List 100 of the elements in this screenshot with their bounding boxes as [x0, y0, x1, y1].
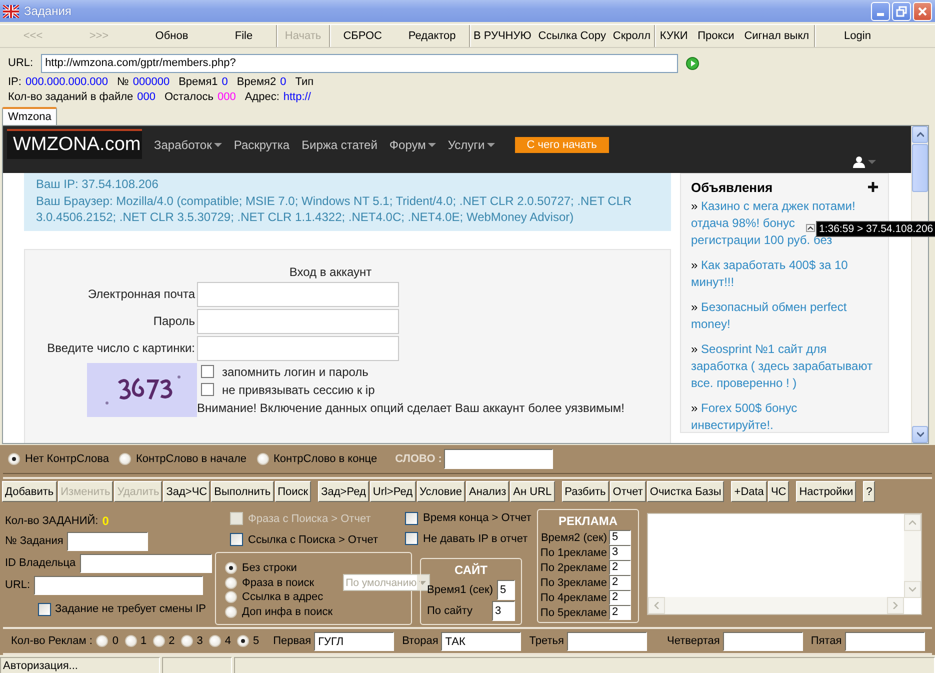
- nav-link[interactable]: Раскрутка: [234, 138, 290, 152]
- tab[interactable]: Wmzona: [2, 107, 58, 125]
- toolbar-button[interactable]: В РУЧНУЮ: [472, 25, 532, 47]
- site-logo[interactable]: WMZONA.com: [7, 129, 142, 159]
- toolbar-button[interactable]: Прокси: [696, 25, 736, 47]
- nav-link[interactable]: Услуги: [448, 138, 495, 152]
- input-field[interactable]: [197, 336, 399, 360]
- action-button[interactable]: ?: [863, 481, 876, 502]
- input-field[interactable]: [444, 449, 553, 469]
- checkbox[interactable]: [230, 533, 243, 546]
- input-field[interactable]: 3: [492, 600, 515, 621]
- checkbox[interactable]: [405, 532, 418, 546]
- checkbox[interactable]: [38, 602, 51, 616]
- ad-link[interactable]: » Как заработать 400$ за 10 минут!!!: [691, 257, 878, 291]
- toolbar-button[interactable]: КУКИ: [658, 25, 689, 47]
- input-field[interactable]: 5: [609, 530, 631, 545]
- action-button[interactable]: Добавить: [2, 481, 57, 502]
- input-field[interactable]: 2: [609, 605, 631, 620]
- checkbox[interactable]: [405, 512, 418, 525]
- nav-link[interactable]: Биржа статей: [302, 138, 378, 152]
- checkbox-label: Фраза с Поиска > Отчет: [248, 512, 371, 524]
- close-button[interactable]: [913, 2, 932, 20]
- user-icon[interactable]: [853, 156, 865, 168]
- field-label: Электронная почта: [86, 287, 196, 301]
- action-button[interactable]: Выполнить: [211, 481, 274, 502]
- radio-button[interactable]: [256, 453, 268, 465]
- input-field[interactable]: [197, 282, 399, 306]
- checkbox[interactable]: [201, 365, 214, 378]
- action-button[interactable]: Разбить: [562, 481, 609, 502]
- ad-link[interactable]: » Безопасный обмен perfect money!: [691, 299, 878, 333]
- action-button[interactable]: Ан URL: [510, 481, 555, 502]
- input-field[interactable]: 2: [609, 590, 631, 605]
- radio-button[interactable]: [180, 635, 193, 647]
- input-field[interactable]: [197, 308, 399, 334]
- radio-button[interactable]: [208, 635, 221, 647]
- radio-button[interactable]: [119, 453, 131, 465]
- radio-button[interactable]: [225, 591, 237, 604]
- toolbar-button[interactable]: Редактор: [407, 25, 457, 47]
- radio-button[interactable]: [96, 635, 108, 647]
- input-field[interactable]: [80, 554, 212, 572]
- action-button[interactable]: +Data: [731, 481, 767, 502]
- nav-link[interactable]: Форум: [389, 138, 436, 152]
- field-label: Четвертая: [666, 635, 720, 647]
- toolbar-button[interactable]: Login: [843, 25, 872, 47]
- action-button[interactable]: Поиск: [274, 481, 312, 502]
- input-field[interactable]: [844, 632, 925, 650]
- input-field[interactable]: [722, 632, 803, 650]
- nav-link[interactable]: Заработок: [154, 138, 222, 152]
- radio-button[interactable]: [124, 635, 137, 647]
- input-field[interactable]: 2: [609, 575, 631, 590]
- toolbar-button[interactable]: File: [234, 25, 254, 47]
- restore-button[interactable]: [892, 2, 911, 20]
- radio-button[interactable]: [237, 635, 250, 647]
- scroll-thumb[interactable]: [912, 144, 928, 192]
- warning-text: Внимание! Включение данных опций сделает Ваш аккаунт более уязвимым!: [197, 400, 624, 416]
- toolbar-button[interactable]: Сигнал выкл: [743, 25, 810, 47]
- count-label: Кол-во ЗАДАНИЙ:: [5, 515, 98, 527]
- input-field[interactable]: ГУГЛ: [314, 632, 394, 650]
- action-button[interactable]: Настройки: [796, 481, 856, 502]
- field-label: Время1 (сек): [427, 584, 494, 596]
- toolbar-button[interactable]: Обнов: [154, 25, 190, 47]
- ad-link[interactable]: » Forex 500$ бонус инвестируйте!.: [691, 400, 878, 434]
- action-button[interactable]: Условие: [416, 481, 466, 502]
- input-field[interactable]: [566, 632, 647, 650]
- input-field[interactable]: 2: [609, 560, 631, 575]
- action-button[interactable]: Зад>ЧС: [163, 481, 210, 502]
- checkbox[interactable]: [201, 383, 214, 396]
- url-field[interactable]: http://wmzona.com/gptr/members.php?: [41, 54, 678, 72]
- input-field[interactable]: 3: [609, 545, 631, 560]
- radio-button[interactable]: [8, 453, 20, 465]
- input-field[interactable]: [34, 576, 204, 594]
- action-button[interactable]: Анализ: [466, 481, 510, 502]
- action-button[interactable]: Url>Ред: [370, 481, 416, 502]
- radio-button[interactable]: [225, 606, 237, 618]
- caret-icon: [806, 224, 815, 232]
- plus-icon[interactable]: [868, 182, 878, 192]
- minimize-button[interactable]: [871, 2, 890, 20]
- ad-link[interactable]: » Казино с мега джек потами!: [691, 198, 856, 215]
- radio-button[interactable]: [225, 576, 237, 589]
- toolbar-button[interactable]: Ссылка Copy: [537, 25, 607, 47]
- action-button[interactable]: ЧС: [768, 481, 790, 502]
- input-field[interactable]: ТАК: [441, 632, 522, 650]
- input-field[interactable]: [67, 532, 148, 550]
- action-button[interactable]: Зад>Ред: [318, 481, 369, 502]
- field-label: По 5рекламе: [540, 606, 607, 618]
- radio-button[interactable]: [225, 562, 237, 574]
- ad-link[interactable]: » Seosprint №1 сайт для заработка ( здесь зарабатывают все. проверенно ! ): [691, 341, 878, 392]
- scrollbar[interactable]: [648, 597, 904, 614]
- log-area[interactable]: [647, 513, 922, 615]
- toolbar-button[interactable]: СБРОС: [342, 25, 383, 47]
- radio-button[interactable]: [152, 635, 165, 647]
- action-button[interactable]: Очистка Базы: [646, 481, 724, 502]
- window-title: Задания: [24, 4, 72, 18]
- input-field[interactable]: 5: [497, 580, 515, 600]
- go-icon[interactable]: [686, 56, 700, 70]
- toolbar-button[interactable]: Скролл: [612, 25, 652, 47]
- radio-label: Ссылка в адрес: [242, 591, 324, 604]
- radio-label: 0: [112, 635, 119, 647]
- checkbox-label: Задание не требует смены IP: [55, 603, 206, 615]
- action-button[interactable]: Отчет: [610, 481, 646, 502]
